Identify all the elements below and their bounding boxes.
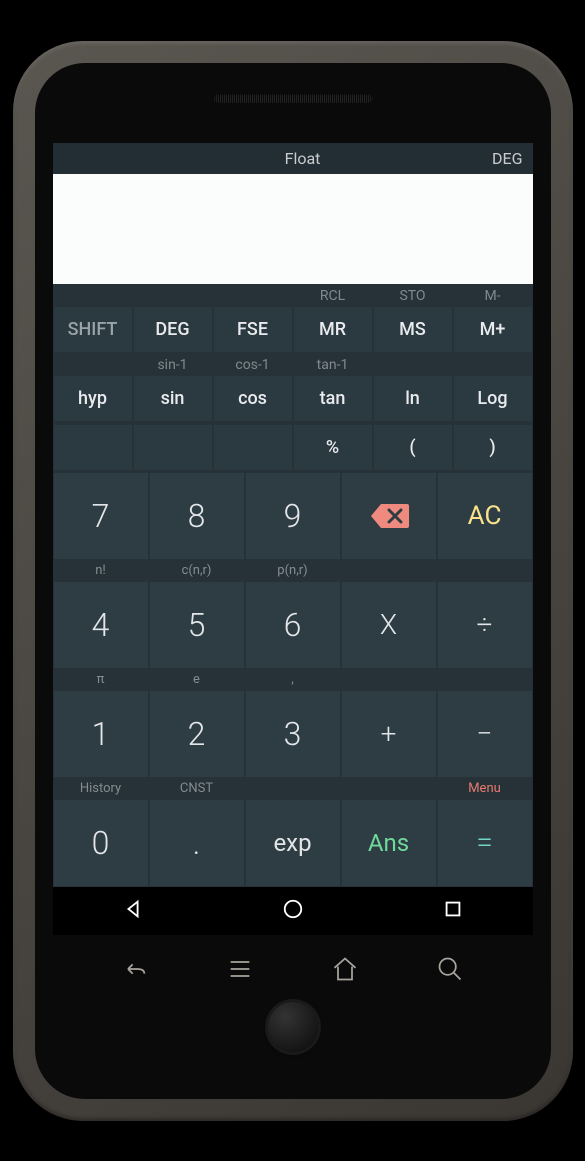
phone-frame: Float DEG RCL STO M- SHIFT DEG FSE MR MS… [13,41,573,1121]
digit-5[interactable]: 5 [150,582,244,668]
sec-cnst: CNST [150,779,244,798]
sec-combination: c(n,r) [150,561,244,580]
sec-e: e [150,670,244,689]
hw-home-icon[interactable] [331,955,359,987]
sec-empty [342,561,436,580]
speaker-grille [213,93,373,103]
app-screen: Float DEG RCL STO M- SHIFT DEG FSE MR MS… [53,143,533,935]
sec-permutation: p(n,r) [246,561,340,580]
trackball[interactable] [268,1002,318,1052]
shift-key[interactable]: SHIFT [54,307,132,352]
function-row-3: % ( ) [53,424,533,471]
digit-9[interactable]: 9 [246,473,340,559]
sec-empty [246,779,340,798]
hw-search-icon[interactable] [436,955,464,987]
rparen-key[interactable]: ) [454,425,532,470]
nav-recent-icon[interactable] [442,898,464,924]
sec-asin: sin-1 [133,353,213,375]
sec-empty [53,353,133,375]
sec-acos: cos-1 [213,353,293,375]
function-row-1: SHIFT DEG FSE MR MS M+ [53,306,533,353]
blank-key[interactable] [214,425,292,470]
backspace-key[interactable] [342,473,436,559]
tan-key[interactable]: tan [294,376,372,421]
subtract-key[interactable]: − [438,691,532,777]
sec-rcl: RCL [293,284,373,306]
secondary-labels-1: RCL STO M- [53,284,533,306]
sec-history: History [54,779,148,798]
sec-m-minus: M- [453,284,533,306]
sec-empty [438,561,532,580]
hw-back-icon[interactable] [121,955,149,987]
log-key[interactable]: Log [454,376,532,421]
sec-empty [453,353,533,375]
fse-key[interactable]: FSE [214,307,292,352]
mode-label: Float [63,149,443,168]
num-sec-row-4: History CNST Menu [54,779,532,798]
digit-8[interactable]: 8 [150,473,244,559]
calc-display[interactable] [53,174,533,284]
sec-empty [133,284,213,306]
hyp-key[interactable]: hyp [54,376,132,421]
add-key[interactable]: + [342,691,436,777]
cos-key[interactable]: cos [214,376,292,421]
all-clear-key[interactable]: AC [438,473,532,559]
divide-key[interactable]: ÷ [438,582,532,668]
android-navbar [53,887,533,935]
ln-key[interactable]: ln [374,376,452,421]
sec-empty [373,353,453,375]
blank-key[interactable] [54,425,132,470]
sec-atan: tan-1 [293,353,373,375]
deg-key[interactable]: DEG [134,307,212,352]
digit-4[interactable]: 4 [54,582,148,668]
blank-key[interactable] [134,425,212,470]
multiply-key[interactable]: X [342,582,436,668]
hw-menu-icon[interactable] [226,955,254,987]
phone-inner: Float DEG RCL STO M- SHIFT DEG FSE MR MS… [35,63,551,1099]
sec-factorial: n! [54,561,148,580]
digit-1[interactable]: 1 [54,691,148,777]
num-sec-row-3: π e , [54,670,532,689]
mr-key[interactable]: MR [294,307,372,352]
sec-empty [342,670,436,689]
digit-6[interactable]: 6 [246,582,340,668]
percent-key[interactable]: % [294,425,372,470]
nav-home-icon[interactable] [282,898,304,924]
ms-key[interactable]: MS [374,307,452,352]
sec-menu: Menu [438,779,532,798]
decimal-key[interactable]: . [150,800,244,886]
digit-0[interactable]: 0 [54,800,148,886]
m-plus-key[interactable]: M+ [454,307,532,352]
angle-label: DEG [443,149,523,168]
sin-key[interactable]: sin [134,376,212,421]
sec-empty [53,284,133,306]
sec-empty [342,779,436,798]
sec-comma: , [246,670,340,689]
secondary-labels-2: sin-1 cos-1 tan-1 [53,353,533,375]
lparen-key[interactable]: ( [374,425,452,470]
sec-pi: π [54,670,148,689]
sec-empty [213,284,293,306]
equals-key[interactable]: = [438,800,532,886]
hardware-buttons [53,935,533,997]
nav-back-icon[interactable] [122,898,144,924]
status-bar: Float DEG [53,143,533,174]
sec-empty [438,670,532,689]
digit-2[interactable]: 2 [150,691,244,777]
num-sec-row-2: n! c(n,r) p(n,r) [54,561,532,580]
function-row-2: hyp sin cos tan ln Log [53,375,533,422]
digit-3[interactable]: 3 [246,691,340,777]
sec-sto: STO [373,284,453,306]
ans-key[interactable]: Ans [342,800,436,886]
digit-7[interactable]: 7 [54,473,148,559]
exp-key[interactable]: exp [246,800,340,886]
